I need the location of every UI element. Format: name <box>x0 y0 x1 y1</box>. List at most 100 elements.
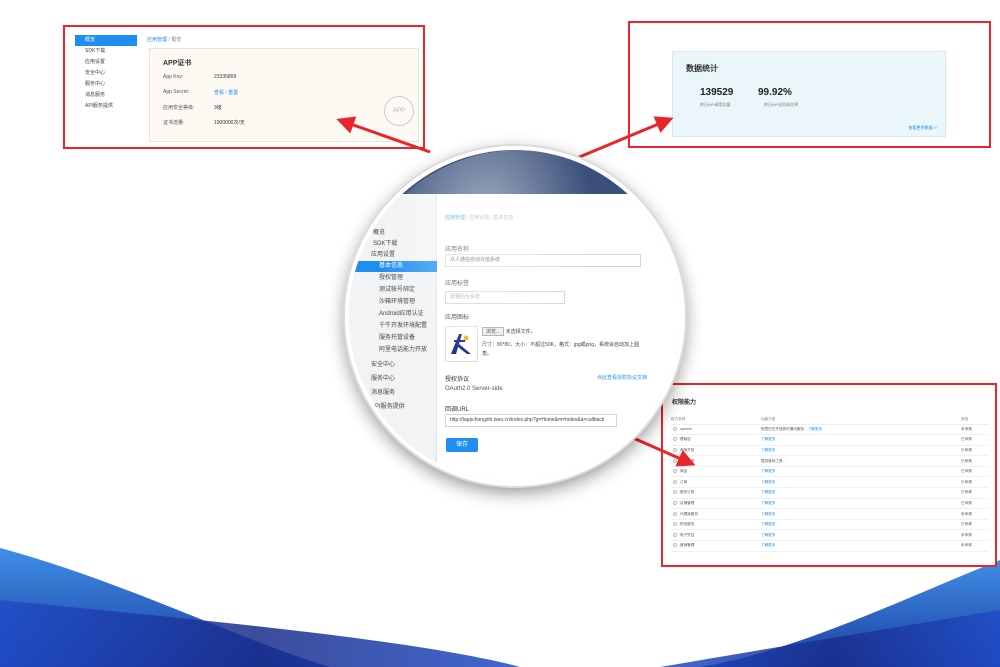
learn-more-link[interactable]: 了解更多 <box>761 490 775 494</box>
radio-icon[interactable] <box>673 543 677 548</box>
permission-name-cell: 淘宝开放 <box>671 445 761 457</box>
sidebar-item-app-settings[interactable]: 应用设置 <box>75 57 137 68</box>
radio-icon[interactable] <box>673 522 677 527</box>
permission-name: 物流服务 <box>680 522 695 527</box>
lens-side-sandbox[interactable]: 沙箱环境管理 <box>349 297 437 308</box>
permission-name-cell: 物流服务 <box>671 519 761 531</box>
table-row: 电子凭证 了解更多 未申请 <box>671 529 989 542</box>
cert-traffic-value: 1000000次/天 <box>214 120 245 126</box>
breadcrumb-link[interactable]: 应用管理 <box>147 37 167 43</box>
permission-status: 已申请 <box>961 487 989 499</box>
save-button[interactable]: 保存 <box>446 438 478 452</box>
lens-crumb-3: 基本信息 <box>493 215 514 221</box>
sidebar-item-security[interactable]: 安全中心 <box>75 68 137 79</box>
col-name: 权力名称 <box>671 415 761 425</box>
permission-desc-cell: 了解更多 <box>761 540 961 552</box>
app-icon-label: 应用图标 <box>445 315 470 321</box>
radio-icon[interactable] <box>673 532 677 537</box>
table-row: 买家工具 提供各种工具… 已申请 <box>671 455 989 467</box>
learn-more-link[interactable]: 了解更多 <box>761 512 775 516</box>
permission-name: 店铺管理 <box>680 500 695 505</box>
sidebar-item-api[interactable]: API服务提供 <box>75 101 137 112</box>
app-key-value: 23335809 <box>214 74 237 80</box>
lens-side-android[interactable]: Android应用认证 <box>349 309 437 320</box>
lens-side-hosting[interactable]: 服务托管设备 <box>349 333 437 344</box>
file-picker[interactable]: 浏览... 未选择文件。 <box>482 327 536 336</box>
lens-side-security[interactable]: 安全中心 <box>349 360 437 371</box>
table-row: 营销管理 了解更多 未申请 <box>671 540 989 552</box>
permission-desc-cell: 了解更多 <box>761 466 961 478</box>
sidebar-item-service[interactable]: 服务中心 <box>75 79 137 90</box>
cert-traffic-label: 证书流量: <box>163 120 185 126</box>
lens-side-auth[interactable]: 授权管理 <box>349 273 437 284</box>
learn-more-link[interactable]: 了解更多 <box>761 543 775 547</box>
learn-more-link[interactable]: 了解更多 <box>761 448 775 452</box>
permissions-table: 权力名称 功能介绍 状态 openim阿里巴巴开放即时通讯服务…了解更多未申请基… <box>671 415 989 552</box>
lens-side-api[interactable]: API服务提供 <box>349 402 437 413</box>
radio-icon[interactable] <box>673 501 677 505</box>
radio-icon[interactable] <box>673 511 677 516</box>
table-row: 代理商服务 了解更多 未申请 <box>671 508 989 520</box>
learn-more-link[interactable]: 了解更多 <box>761 437 775 441</box>
lens-side-phone[interactable]: 阿里电话能力开放 <box>349 345 437 356</box>
table-header: 权力名称 功能介绍 状态 <box>671 415 989 425</box>
lens-side-app-settings[interactable]: 应用设置 <box>349 250 437 261</box>
permission-desc: 阿里巴巴开放即时通讯服务… <box>761 426 808 431</box>
lens-side-messages[interactable]: 消息服务 <box>349 388 437 399</box>
lens-side-test-account[interactable]: 测试帐号绑定 <box>349 285 437 296</box>
learn-more-link[interactable]: 了解更多 <box>761 522 775 526</box>
lens-breadcrumb: 应用管理 / 应用设置 / 基本信息 <box>445 214 513 221</box>
app-tag-select[interactable]: 需要后台系统 <box>445 291 565 304</box>
api-calls-value: 139529 <box>700 87 734 98</box>
sidebar-item-overview[interactable]: 概览 <box>75 35 137 46</box>
permission-desc-cell: 了解更多 <box>761 529 961 542</box>
app-key-label: App Key: <box>163 74 184 80</box>
permission-name: 淘宝开放 <box>680 447 695 452</box>
permission-name: 订单 <box>680 479 688 484</box>
learn-more-link[interactable]: 了解更多 <box>761 469 775 473</box>
app-name-input[interactable]: 众人通信自动充值系统 <box>445 254 641 267</box>
permission-name-cell: 基础包 <box>671 434 761 446</box>
learn-more-link[interactable]: 了解更多 <box>761 480 775 484</box>
permission-name: 服务订购 <box>680 490 695 495</box>
lens-crumb-2[interactable]: 应用设置 <box>469 215 489 221</box>
learn-more-link[interactable]: 了解更多 <box>808 427 822 431</box>
table-row: 物流服务 了解更多 已申请 <box>671 519 989 531</box>
breadcrumb-current: 概览 <box>171 37 182 43</box>
protocol-doc-link[interactable]: 点此查看授权协议文档 <box>597 374 647 381</box>
learn-more-link[interactable]: 了解更多 <box>761 533 775 537</box>
col-status: 状态 <box>961 415 989 425</box>
app-secret-links[interactable]: 查看 / 重置 <box>214 89 238 96</box>
lens-side-overview[interactable]: 概览 <box>349 228 437 239</box>
overview-panel: 概览 SDK下载 应用设置 安全中心 服务中心 消息服务 API服务提供 应用管… <box>63 25 425 149</box>
app-cert-card: APP证书 App Key: 23335809 App Secret: 查看 /… <box>149 48 419 142</box>
permissions-panel: 权限能力 权力名称 功能介绍 状态 openim阿里巴巴开放即时通讯服务…了解更… <box>661 383 997 567</box>
permission-name-cell: 营销管理 <box>671 540 761 552</box>
api-success-value: 99.92% <box>758 87 792 98</box>
lens-side-qianniu[interactable]: 千牛开发环境配置 <box>349 321 437 332</box>
lens-side-sdk[interactable]: SDK下载 <box>349 239 437 250</box>
permission-desc-cell: 了解更多 <box>761 498 961 510</box>
cert-stamp-icon: APP <box>384 96 414 126</box>
permission-status: 已申请 <box>961 434 989 446</box>
radio-icon[interactable] <box>673 490 677 495</box>
callback-url-input[interactable]: http://tappchongzhi.tseo.cn/index.php?g=… <box>445 414 617 427</box>
sidebar-item-sdk[interactable]: SDK下载 <box>75 46 137 57</box>
browse-button[interactable]: 浏览... <box>482 327 505 336</box>
lens-side-service[interactable]: 服务中心 <box>349 374 437 385</box>
permission-desc-cell: 提供各种工具… <box>761 455 961 467</box>
more-data-link[interactable]: 查看更多数据>> <box>908 125 937 131</box>
lens-crumb-1[interactable]: 应用管理 <box>445 215 465 221</box>
sidebar-item-messages[interactable]: 消息服务 <box>75 90 137 101</box>
learn-more-link[interactable]: 了解更多 <box>761 501 775 505</box>
permission-status: 已申请 <box>961 476 989 489</box>
permission-status: 已申请 <box>961 466 989 478</box>
permission-name-cell: openim <box>671 424 761 436</box>
table-row: 基础包 了解更多 已申请 <box>671 434 989 446</box>
permission-status: 已申请 <box>961 455 989 467</box>
permission-desc-cell: 了解更多 <box>761 476 961 489</box>
permission-status: 未申请 <box>961 508 989 520</box>
lens-content: 应用管理 / 应用设置 / 基本信息 应用名称 众人通信自动充值系统 应用标签 … <box>437 194 681 482</box>
protocol-value: OAuth2.0 Server-side <box>445 386 503 392</box>
lens-side-basic-info[interactable]: 基本信息 <box>349 261 437 272</box>
